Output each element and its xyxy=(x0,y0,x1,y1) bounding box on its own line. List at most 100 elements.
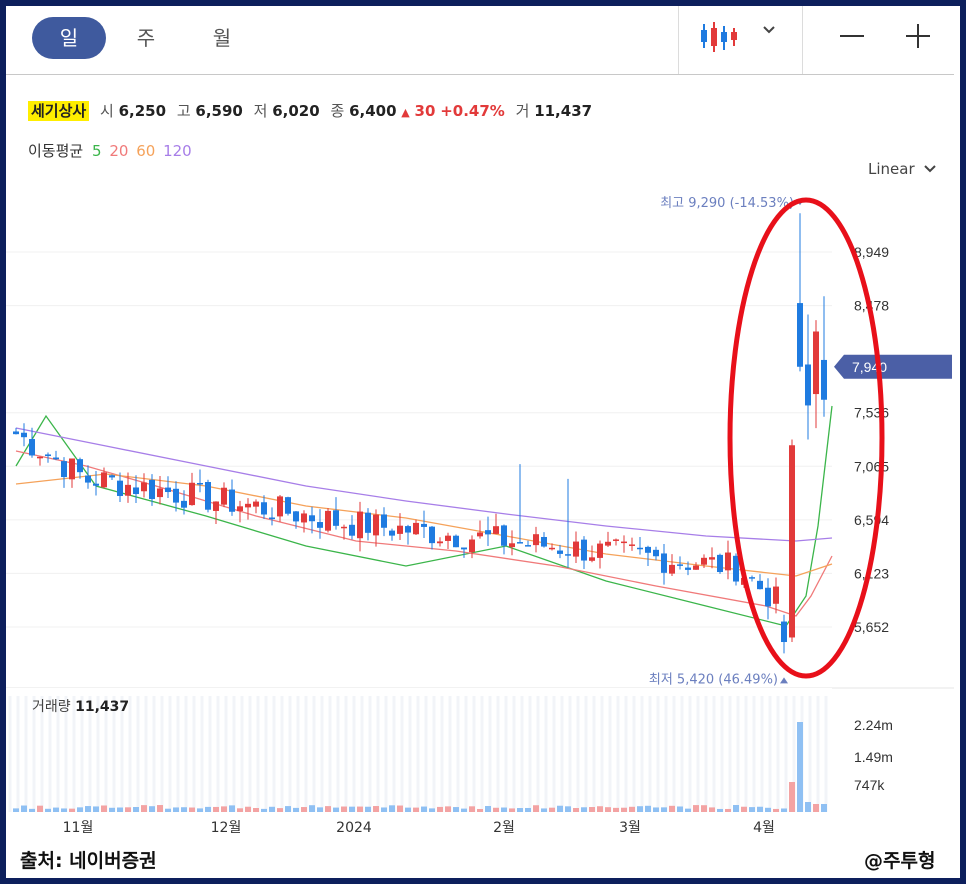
x-tick-label: 4월 xyxy=(753,820,775,836)
ma-60: 60 xyxy=(136,142,156,160)
candle-up xyxy=(597,543,603,558)
candle-down xyxy=(173,488,179,503)
volume-tick-label: 747k xyxy=(854,777,885,793)
candle-down xyxy=(285,497,291,514)
candle-down xyxy=(117,480,123,496)
candle-down xyxy=(261,502,267,515)
volume-bar xyxy=(445,806,451,812)
chevron-down-icon xyxy=(924,165,937,173)
candle-down xyxy=(77,459,83,473)
candle-down xyxy=(13,431,19,435)
volume-bar xyxy=(701,805,707,812)
volume-bar xyxy=(109,807,115,812)
volume-bar xyxy=(245,806,251,812)
volume-bar xyxy=(277,808,283,812)
candle-down xyxy=(821,359,827,400)
volume-bar xyxy=(77,807,83,812)
candle-up xyxy=(325,510,331,531)
close-value: 6,400 xyxy=(349,102,397,120)
candle-down xyxy=(181,500,187,508)
x-tick-label: 12월 xyxy=(211,820,242,836)
volume-label: 거 xyxy=(515,102,530,120)
low-marker-label: 최저 5,420 (46.49%) xyxy=(649,672,778,687)
volume-bar xyxy=(789,782,795,812)
volume-bar xyxy=(53,807,59,812)
x-tick-label: 2024 xyxy=(336,820,372,836)
candle-down xyxy=(541,536,547,547)
change-arrow-icon: ▲ xyxy=(401,106,410,119)
candle-down xyxy=(661,553,667,573)
candle-down xyxy=(717,554,723,573)
volume-bar xyxy=(605,807,611,812)
volume-bar xyxy=(685,808,691,812)
volume-bar xyxy=(637,806,643,812)
x-tick-label: 11월 xyxy=(63,820,94,836)
volume-bar xyxy=(429,808,435,812)
candle-down xyxy=(517,542,523,544)
volume-bar xyxy=(37,805,43,812)
volume-bar xyxy=(805,802,811,812)
candle-up xyxy=(701,557,707,565)
volume-legend-value: 11,437 xyxy=(75,699,130,715)
candle-down xyxy=(525,545,531,547)
volume-bar xyxy=(549,807,555,812)
candle-down xyxy=(317,522,323,528)
candle-up xyxy=(373,514,379,536)
candle-up xyxy=(469,539,475,553)
volume-bar xyxy=(117,807,123,812)
volume-bar xyxy=(589,807,595,812)
candle-up xyxy=(221,487,227,505)
volume-bar xyxy=(349,806,355,812)
candle-up xyxy=(605,541,611,546)
candle-down xyxy=(133,487,139,495)
candle-up xyxy=(101,472,107,488)
candle-up xyxy=(357,511,363,539)
candle-up xyxy=(477,532,483,537)
volume-bar xyxy=(357,806,363,812)
moving-average-legend[interactable]: 이동평균 5 20 60 120 xyxy=(28,140,192,161)
volume-title: 거래량 xyxy=(32,699,71,715)
volume-bar xyxy=(213,806,219,812)
volume-bar xyxy=(525,807,531,812)
candle-up xyxy=(301,513,307,523)
candle-up xyxy=(445,535,451,541)
volume-bar xyxy=(477,808,483,812)
volume-bar xyxy=(581,807,587,812)
candle-down xyxy=(165,487,171,493)
volume-bar xyxy=(157,805,163,812)
volume-bar xyxy=(645,805,651,812)
candle-down xyxy=(45,454,51,457)
volume-bar xyxy=(381,807,387,812)
candle-down xyxy=(461,547,467,550)
candle-up xyxy=(709,557,715,560)
volume-bar xyxy=(741,806,747,812)
candle-up xyxy=(573,541,579,557)
candle-down xyxy=(453,535,459,548)
volume-bar xyxy=(61,808,67,812)
volume-bar xyxy=(253,807,259,812)
candle-down xyxy=(269,517,275,520)
volume-bar xyxy=(13,808,19,812)
volume-bar xyxy=(221,806,227,812)
volume-bar xyxy=(757,806,763,812)
volume-bar xyxy=(725,808,731,812)
volume-bar xyxy=(781,808,787,812)
candle-down xyxy=(197,482,203,485)
change-percent: +0.47% xyxy=(440,102,505,120)
candle-down xyxy=(205,482,211,510)
candle-down xyxy=(637,547,643,550)
chart-frame: 일 주 월 5,652 6,123 6,594 7,065 7,536 8,47… xyxy=(6,6,960,878)
candle-down xyxy=(805,364,811,406)
volume-bar xyxy=(133,807,139,812)
volume-bar xyxy=(341,806,347,812)
ma-20: 20 xyxy=(109,142,129,160)
volume-bar xyxy=(621,807,627,812)
volume-legend: 거래량 11,437 xyxy=(32,696,129,716)
volume-bar xyxy=(101,805,107,812)
candle-down xyxy=(381,514,387,528)
scale-selector[interactable]: Linear xyxy=(868,160,937,178)
price-chart[interactable]: 5,6526,1236,5947,0657,5368,4788,9497,940… xyxy=(6,6,954,838)
volume-bar xyxy=(93,806,99,812)
volume-bar xyxy=(733,805,739,812)
candle-up xyxy=(397,525,403,534)
